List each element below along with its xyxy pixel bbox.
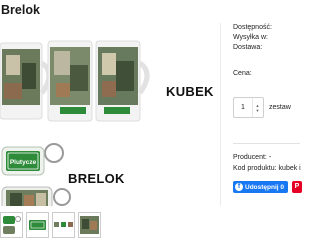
- thumbnail-1[interactable]: [0, 212, 23, 238]
- shipping-label: Wysyłka w:: [233, 34, 268, 41]
- product-code-row: Kod produktu: kubek i: [233, 165, 301, 172]
- facebook-share-label: Udostępnij 0: [245, 183, 285, 191]
- keychain-photo-illustration: [1, 186, 71, 206]
- keychain-sign-illustration: Plutycze: [1, 143, 64, 176]
- delivery-label: Dostawa:: [233, 44, 263, 51]
- product-code-label: Kod produktu:: [233, 165, 277, 172]
- quantity-stepper[interactable]: 1 ▲ ▼: [233, 97, 264, 118]
- facebook-share-button[interactable]: f Udostępnij 0: [233, 181, 288, 193]
- quantity-input[interactable]: 1: [234, 104, 252, 111]
- thumbnail-3[interactable]: [52, 212, 75, 238]
- availability-label: Dostępność:: [233, 24, 272, 31]
- page-title: Brelok: [1, 3, 40, 17]
- producer-value[interactable]: -: [269, 154, 271, 161]
- pinterest-icon: P: [294, 183, 300, 190]
- price-label: Cena:: [233, 70, 252, 77]
- sign-text: Plutycze: [10, 159, 37, 166]
- producer-row: Producent: -: [233, 154, 271, 161]
- mug-caption: KUBEK: [166, 84, 214, 99]
- keychain-caption: BRELOK: [68, 171, 125, 186]
- facebook-icon: f: [235, 183, 243, 191]
- product-main-image[interactable]: KUBEK Plutycze BRELOK: [0, 23, 221, 206]
- product-code-value: kubek i: [278, 165, 301, 172]
- mugs-illustration: [0, 35, 160, 127]
- decrement-icon[interactable]: ▼: [256, 108, 260, 113]
- quantity-unit: zestaw: [269, 104, 291, 111]
- thumbnail-2[interactable]: [26, 212, 49, 238]
- thumbnail-4[interactable]: [78, 212, 101, 238]
- quantity-spinner[interactable]: ▲ ▼: [252, 98, 262, 117]
- thumbnail-strip: [0, 212, 101, 242]
- product-details: Dostępność: Wysyłka w: Dostawa:: [233, 23, 300, 53]
- pinterest-share-button[interactable]: P: [292, 181, 302, 193]
- producer-label: Producent:: [233, 154, 267, 161]
- divider: [233, 143, 300, 144]
